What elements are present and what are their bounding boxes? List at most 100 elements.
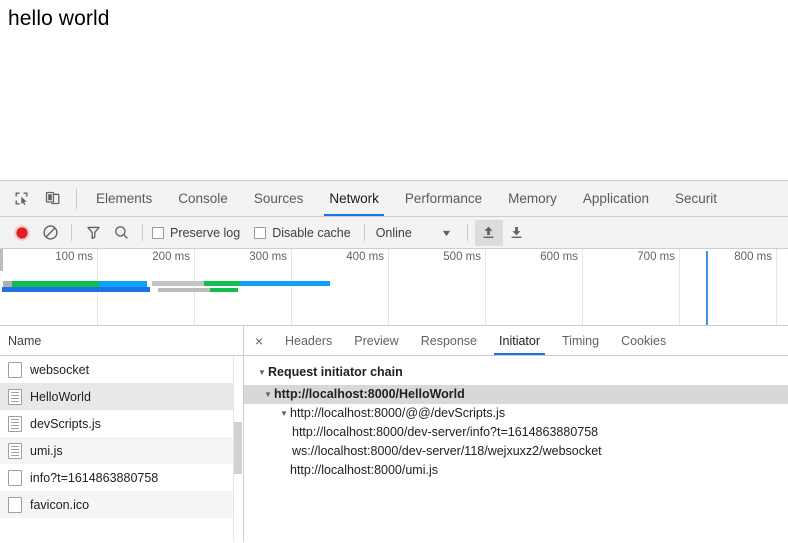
request-row[interactable]: devScripts.js xyxy=(0,410,243,437)
request-list-rows: websocket HelloWorld devScripts.js umi.js in… xyxy=(0,356,243,518)
timeline-tick-label: 800 ms xyxy=(734,251,772,263)
initiator-section-title[interactable]: ▼ Request initiator chain xyxy=(244,365,788,379)
bar-1-total xyxy=(2,287,150,292)
disable-cache-checkbox[interactable]: Disable cache xyxy=(254,226,351,240)
tab-application[interactable]: Application xyxy=(570,181,662,216)
tab-cookies[interactable]: Cookies xyxy=(610,326,677,355)
request-list-scrollbar[interactable] xyxy=(233,356,243,542)
tab-preview[interactable]: Preview xyxy=(343,326,409,355)
timeline-tick-label: 100 ms xyxy=(55,251,93,263)
request-name: umi.js xyxy=(30,443,63,458)
network-control-bar: Preserve log Disable cache Online ▼ xyxy=(0,217,788,249)
tab-console[interactable]: Console xyxy=(165,181,241,216)
bar-3-download xyxy=(210,288,238,292)
triangle-down-icon[interactable]: ▼ xyxy=(258,368,268,377)
tab-initiator[interactable]: Initiator xyxy=(488,326,551,355)
timeline-tick-label: 300 ms xyxy=(249,251,287,263)
preserve-log-label: Preserve log xyxy=(170,225,241,240)
initiator-chain-child[interactable]: ws://localhost:8000/dev-server/118/wejxu… xyxy=(244,442,788,461)
tab-network[interactable]: Network xyxy=(316,181,392,216)
timeline-tick-label: 400 ms xyxy=(346,251,384,263)
timeline-tick-label: 700 ms xyxy=(637,251,675,263)
control-divider-4 xyxy=(466,224,468,241)
request-row[interactable]: info?t=1614863880758 xyxy=(0,464,243,491)
device-toolbar-icon[interactable] xyxy=(37,181,68,216)
devtools-panel: Elements Console Sources Network Perform… xyxy=(0,181,788,543)
close-glyph: × xyxy=(254,332,264,349)
page-viewport: hello world xyxy=(0,0,788,181)
throttling-select[interactable]: Online ▼ xyxy=(376,226,453,240)
timeline-ruler: 100 ms 200 ms 300 ms 400 ms 500 ms 600 ms 700 … xyxy=(0,249,788,271)
request-row[interactable]: websocket xyxy=(0,356,243,383)
initiator-chain-child[interactable]: ▼ http://localhost:8000/@@/devScripts.js xyxy=(244,404,788,423)
network-overview-timeline[interactable]: 100 ms 200 ms 300 ms 400 ms 500 ms 600 ms 700 … xyxy=(0,249,788,326)
detail-tab-label: Initiator xyxy=(499,333,541,348)
control-divider-1 xyxy=(71,224,72,241)
bar-3-wait xyxy=(158,288,210,292)
tab-label: Network xyxy=(329,191,379,206)
clear-button[interactable] xyxy=(36,220,64,246)
tab-memory[interactable]: Memory xyxy=(495,181,570,216)
timeline-gridline xyxy=(485,249,486,325)
tab-response[interactable]: Response xyxy=(410,326,488,355)
preserve-log-checkbox[interactable]: Preserve log xyxy=(152,226,240,240)
timeline-gridline xyxy=(388,249,389,325)
request-row[interactable]: HelloWorld xyxy=(0,383,243,410)
request-name: devScripts.js xyxy=(30,416,101,431)
tab-security[interactable]: Securit xyxy=(662,181,730,216)
column-header-name: Name xyxy=(8,333,42,348)
document-icon xyxy=(8,415,22,432)
record-button[interactable] xyxy=(8,220,36,246)
request-list: Name websocket HelloWorld devScripts.js umi… xyxy=(0,326,244,542)
request-list-header[interactable]: Name xyxy=(0,326,243,356)
detail-tab-label: Headers xyxy=(285,333,333,348)
initiator-url: http://localhost:8000/HelloWorld xyxy=(274,387,465,401)
request-name: websocket xyxy=(30,362,90,377)
tab-elements[interactable]: Elements xyxy=(83,181,165,216)
tab-sources[interactable]: Sources xyxy=(241,181,317,216)
tab-label: Application xyxy=(582,191,649,206)
inspect-element-icon[interactable] xyxy=(6,181,37,216)
filter-button[interactable] xyxy=(79,220,107,246)
detail-tabstrip: × Headers Preview Response Initiator Tim… xyxy=(244,326,788,356)
tab-label: Sources xyxy=(253,191,304,206)
detail-tab-label: Response xyxy=(420,333,478,348)
bar-2-download xyxy=(204,281,240,286)
request-name: info?t=1614863880758 xyxy=(30,470,159,485)
tab-label: Securit xyxy=(674,191,717,206)
scrollbar-thumb[interactable] xyxy=(234,422,242,474)
document-icon xyxy=(8,442,22,459)
tab-timing[interactable]: Timing xyxy=(551,326,610,355)
close-icon[interactable]: × xyxy=(244,326,274,355)
timeline-gridline xyxy=(679,249,680,325)
initiator-chain-child[interactable]: http://localhost:8000/dev-server/info?t=… xyxy=(244,423,788,442)
request-detail-pane: × Headers Preview Response Initiator Tim… xyxy=(244,326,788,542)
timeline-tick-label: 600 ms xyxy=(540,251,578,263)
control-divider-2 xyxy=(142,224,143,241)
bar-2-receive xyxy=(240,281,330,286)
detail-tab-label: Preview xyxy=(354,333,399,348)
timeline-gridline xyxy=(776,249,777,325)
triangle-down-icon[interactable]: ▼ xyxy=(264,385,274,404)
initiator-chain-root[interactable]: ▼ http://localhost:8000/HelloWorld xyxy=(244,385,788,404)
search-icon[interactable] xyxy=(107,220,135,246)
request-row[interactable]: umi.js xyxy=(0,437,243,464)
toolbar-divider xyxy=(76,188,77,209)
page-heading: hello world xyxy=(8,7,110,30)
export-har-button[interactable] xyxy=(503,220,531,246)
tab-headers[interactable]: Headers xyxy=(274,326,343,355)
triangle-down-icon[interactable]: ▼ xyxy=(280,404,290,423)
request-row[interactable]: favicon.ico xyxy=(0,491,243,518)
import-har-button[interactable] xyxy=(474,219,503,246)
initiator-chain-child[interactable]: http://localhost:8000/umi.js xyxy=(244,461,788,480)
checkbox-box xyxy=(254,226,267,239)
initiator-url: http://localhost:8000/dev-server/info?t=… xyxy=(292,425,599,439)
checkbox-box xyxy=(152,226,164,239)
request-name: favicon.ico xyxy=(30,497,90,512)
file-icon xyxy=(8,496,22,513)
bar-2-wait xyxy=(152,281,204,286)
tab-performance[interactable]: Performance xyxy=(392,181,495,216)
chevron-down-icon: ▼ xyxy=(440,227,453,238)
network-bottom-split: Name websocket HelloWorld devScripts.js umi… xyxy=(0,326,788,542)
detail-tab-label: Cookies xyxy=(621,333,667,348)
